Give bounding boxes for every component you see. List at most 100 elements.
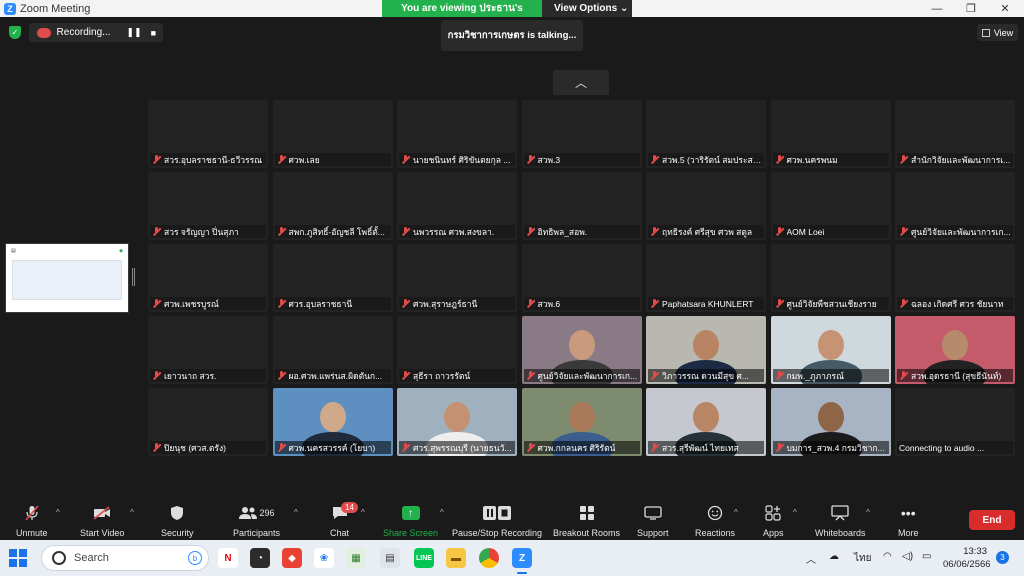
- reactions-options-caret[interactable]: ^: [734, 508, 738, 517]
- taskbar-clock[interactable]: 13:33 06/06/2566: [943, 545, 991, 571]
- whiteboards-options-caret[interactable]: ^: [866, 508, 870, 517]
- participant-tile[interactable]: Connecting to audio ...: [895, 388, 1015, 456]
- pause-stop-recording-button[interactable]: Pause/Stop Recording: [452, 503, 542, 538]
- participant-tile[interactable]: ศวพ.นครพนม: [770, 100, 891, 168]
- participant-tile[interactable]: สำนักวิจัยและพัฒนาการเ...: [895, 100, 1015, 168]
- participant-tile[interactable]: ฉลอง เกิดศรี ศวร ชัยนาท: [895, 244, 1015, 312]
- calculator-icon[interactable]: ▤: [380, 548, 400, 568]
- start-video-button[interactable]: Start Video: [80, 503, 124, 538]
- language-indicator[interactable]: ไทย: [854, 551, 871, 566]
- share-options-caret[interactable]: ^: [440, 508, 444, 517]
- participant-tile[interactable]: สวพ.6: [521, 244, 642, 312]
- participant-tile[interactable]: บมการ_สวพ.4 กรมวิชาก...: [770, 388, 891, 456]
- participant-tile[interactable]: ศวพ.สุราษฎร์ธานี: [397, 244, 517, 312]
- cloud-record-icon: [37, 27, 51, 38]
- security-shield-icon[interactable]: ✓: [9, 26, 21, 39]
- video-options-caret[interactable]: ^: [130, 508, 134, 517]
- participant-tile[interactable]: กมพ._ภูภาภรณ์: [770, 316, 891, 384]
- breakout-rooms-button[interactable]: Breakout Rooms: [553, 503, 620, 538]
- participant-tile[interactable]: นายชนินทร์ ศิริขันตยกุล ...: [397, 100, 517, 168]
- participant-tile[interactable]: เยาวนาถ สวร.: [148, 316, 268, 384]
- audio-options-caret[interactable]: ^: [56, 508, 60, 517]
- apps-button[interactable]: Apps: [763, 503, 784, 538]
- support-button[interactable]: Support: [637, 503, 669, 538]
- shared-logo-icon: ◆: [119, 248, 123, 254]
- pause-recording-label: Pause/Stop Recording: [452, 528, 543, 538]
- participant-video-face: [942, 330, 968, 360]
- participant-tile[interactable]: สุธีรา ถาวรรัตน์: [397, 316, 517, 384]
- zoom-taskbar-icon[interactable]: Z: [512, 548, 532, 574]
- participant-tile[interactable]: ศูนย์วิจัยและพัฒนาการเก...: [895, 172, 1015, 240]
- anydesk-icon[interactable]: ◆: [282, 548, 302, 568]
- participant-tile[interactable]: ปิยนุช (ศวส.ตรัง): [148, 388, 268, 456]
- participant-tile[interactable]: ศูนย์วิจัยพืชสวนเชียงราย: [770, 244, 891, 312]
- participant-tile[interactable]: สวพ.5 (วาริรัตน์ สมประสงค์): [646, 100, 766, 168]
- whiteboards-button[interactable]: Whiteboards: [815, 503, 866, 538]
- more-label: More: [898, 528, 919, 538]
- taskbar-search[interactable]: Search b: [41, 545, 209, 571]
- participants-options-caret[interactable]: ^: [294, 508, 298, 517]
- battery-icon[interactable]: ▭: [922, 551, 931, 562]
- participant-tile[interactable]: Paphatsara KHUNLERT: [646, 244, 766, 312]
- participant-name: ปิยนุช (ศวส.ตรัง): [164, 442, 226, 453]
- photos-icon[interactable]: ❀: [314, 548, 334, 568]
- mic-muted-icon: [526, 443, 535, 452]
- netflix-icon[interactable]: N: [218, 548, 238, 568]
- tray-overflow-icon[interactable]: ︿: [806, 551, 816, 566]
- participant-tile[interactable]: สพก.ภูสิทธิ์-อัญชลี โพธิ์ตั้...: [272, 172, 393, 240]
- participant-tile[interactable]: ศวร.สุพรรณบุรี (นายธนวั...: [397, 388, 517, 456]
- stop-recording-icon[interactable]: ■: [144, 28, 163, 38]
- security-button[interactable]: Security: [161, 503, 194, 538]
- volume-icon[interactable]: ◁): [902, 551, 913, 562]
- participant-tile[interactable]: สวพ.3: [521, 100, 642, 168]
- participants-button[interactable]: 296 Participants: [233, 503, 280, 538]
- end-meeting-button[interactable]: End: [969, 510, 1015, 530]
- apps-options-caret[interactable]: ^: [793, 508, 797, 517]
- participant-tile[interactable]: ศวพ.เพชรบูรณ์: [148, 244, 268, 312]
- chrome-icon[interactable]: [479, 548, 499, 568]
- participant-tile[interactable]: ผอ.ศวพ.แพร่นส.ผิดตันก...: [272, 316, 393, 384]
- mic-muted-icon: [277, 443, 286, 452]
- participant-tile[interactable]: ศูนย์วิจัยและพัฒนาการเก...: [521, 316, 642, 384]
- restore-button[interactable]: ❐: [956, 0, 986, 17]
- reactions-button[interactable]: Reactions: [695, 503, 735, 538]
- participant-tile[interactable]: อิทธิพล_สอพ.: [521, 172, 642, 240]
- participant-tile[interactable]: สวร.อุบลราชธานี-ธวีวรรณ: [148, 100, 268, 168]
- participant-tile[interactable]: AOM Loei: [770, 172, 891, 240]
- participant-tile[interactable]: สวร จรัญญา ปิ่นสุภา: [148, 172, 268, 240]
- notification-badge[interactable]: 3: [996, 551, 1009, 564]
- participant-tile[interactable]: ศวพ.กกลนคร ศิริรัตน์: [521, 388, 642, 456]
- minimize-button[interactable]: —: [922, 0, 952, 17]
- participant-tile[interactable]: ศวร.อุบลราชธานี: [272, 244, 393, 312]
- wifi-icon[interactable]: ◠: [883, 551, 892, 562]
- participant-tile[interactable]: ศวพ.นครสวรรค์ (โยบา): [272, 388, 393, 456]
- collapse-gallery-button[interactable]: ︿: [553, 70, 609, 95]
- participant-tile[interactable]: นพวรรณ ศวพ.สงขลา.: [397, 172, 517, 240]
- file-explorer-icon[interactable]: ▬: [446, 548, 466, 568]
- line-app-icon[interactable]: LINE: [414, 548, 434, 568]
- participant-name-bar: ศูนย์วิจัยและพัฒนาการเก...: [523, 369, 640, 382]
- onedrive-icon[interactable]: ☁: [829, 551, 839, 562]
- share-screen-button[interactable]: ↑ Share Screen: [383, 503, 438, 538]
- close-button[interactable]: ✕: [990, 0, 1020, 17]
- panel-resize-handle[interactable]: [132, 268, 135, 286]
- apps-icon: [765, 503, 781, 523]
- shared-screen-thumbnail[interactable]: ▤ ◆: [5, 243, 129, 313]
- unmute-button[interactable]: Unmute: [16, 503, 48, 538]
- view-options-button[interactable]: View Options ⌄: [542, 0, 632, 17]
- more-button[interactable]: ••• More: [898, 503, 919, 538]
- view-button[interactable]: View: [977, 24, 1018, 41]
- speed-gauge-icon[interactable]: ◔: [250, 548, 270, 568]
- participant-tile[interactable]: สวร.สุรีพัฒน์ ไทยเทส: [646, 388, 766, 456]
- participant-tile[interactable]: ศวพ.เลย: [272, 100, 393, 168]
- chevron-up-icon: ︿: [574, 76, 587, 90]
- bing-icon[interactable]: b: [188, 551, 202, 565]
- microsoft-store-icon[interactable]: ▦: [346, 548, 366, 568]
- participant-tile[interactable]: วิภาวรรณ ดวนมีสุข ศ...: [646, 316, 766, 384]
- participant-tile[interactable]: สวพ.อุดรธานี (สุขธีนันท์): [895, 316, 1015, 384]
- chat-options-caret[interactable]: ^: [361, 508, 365, 517]
- windows-start-button[interactable]: [9, 549, 27, 567]
- pause-recording-icon[interactable]: ❚❚: [124, 27, 143, 38]
- participant-tile[interactable]: ฤทธิรงค์ ศรีสุข ศวพ สตูล: [646, 172, 766, 240]
- breakout-rooms-icon: [579, 503, 595, 523]
